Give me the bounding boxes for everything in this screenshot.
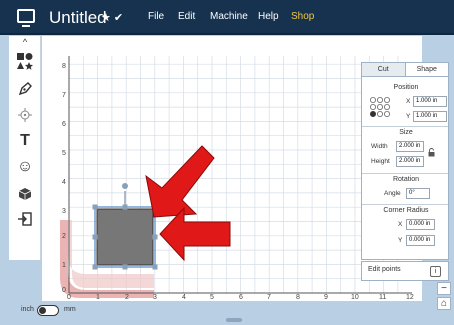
corner-y-label: Y bbox=[398, 237, 403, 244]
x-axis-label: 3 bbox=[153, 294, 157, 301]
title-status-icons[interactable]: ★ ✔ bbox=[101, 11, 123, 24]
app-logo-icon[interactable] bbox=[17, 9, 35, 27]
anchor-point-icon[interactable] bbox=[369, 96, 391, 118]
x-axis-label: 12 bbox=[406, 294, 414, 301]
left-toolbar: ^ T ☺ bbox=[9, 36, 41, 260]
tab-shape[interactable]: Shape bbox=[406, 63, 449, 76]
x-axis-label: 2 bbox=[125, 294, 129, 301]
zoom-out-button[interactable]: − bbox=[437, 282, 451, 295]
edit-points-label: Edit points bbox=[368, 266, 401, 273]
position-y-field[interactable]: 1.000 in bbox=[413, 111, 447, 122]
shape-properties-panel: Cut Shape Position X 1.000 in Y 1.000 in… bbox=[361, 62, 449, 260]
collapse-toolbar-button[interactable]: ^ bbox=[9, 36, 41, 48]
smiley-icon[interactable]: ☺ bbox=[9, 155, 41, 179]
angle-field[interactable]: 0° bbox=[406, 188, 430, 199]
text-icon[interactable]: T bbox=[9, 129, 41, 153]
menu-edit[interactable]: Edit bbox=[178, 11, 195, 22]
corner-x-field[interactable]: 0.000 in bbox=[406, 219, 435, 230]
position-x-label: X bbox=[406, 98, 411, 105]
import-icon[interactable] bbox=[9, 207, 41, 231]
height-label: Height bbox=[371, 158, 390, 165]
menu-machine[interactable]: Machine bbox=[210, 11, 248, 22]
x-axis-label: 1 bbox=[96, 294, 100, 301]
tab-cut[interactable]: Cut bbox=[362, 63, 406, 76]
y-axis-label: 7 bbox=[62, 92, 66, 99]
pen-icon[interactable] bbox=[9, 77, 41, 101]
x-axis-label: 4 bbox=[182, 294, 186, 301]
menu-help[interactable]: Help bbox=[258, 11, 279, 22]
position-x-field[interactable]: 1.000 in bbox=[413, 96, 447, 107]
library-icon[interactable] bbox=[9, 181, 41, 205]
edit-points-toggle-icon[interactable]: i bbox=[430, 266, 441, 277]
x-axis-label: 7 bbox=[267, 294, 271, 301]
size-heading: Size bbox=[399, 129, 413, 136]
y-axis-label: 0 bbox=[62, 287, 66, 294]
x-axis-label: 6 bbox=[239, 294, 243, 301]
lock-icon[interactable] bbox=[428, 148, 435, 157]
fit-to-view-button[interactable]: ⌂ bbox=[437, 297, 451, 310]
x-axis-label: 9 bbox=[324, 294, 328, 301]
corner-radius-heading: Corner Radius bbox=[383, 207, 429, 214]
red-arrow-upper bbox=[145, 145, 215, 218]
rotate-handle[interactable] bbox=[122, 183, 128, 189]
width-field[interactable]: 2.000 in bbox=[396, 141, 424, 152]
x-axis-label: 11 bbox=[379, 294, 387, 301]
unit-toggle[interactable] bbox=[37, 305, 59, 316]
selected-square-shape[interactable] bbox=[96, 208, 154, 266]
unit-mm-label: mm bbox=[64, 306, 76, 313]
y-axis-label: 5 bbox=[62, 150, 66, 157]
height-field[interactable]: 2.000 in bbox=[396, 156, 424, 167]
y-axis-label: 3 bbox=[62, 208, 66, 215]
unit-toggle-knob bbox=[39, 307, 46, 314]
width-label: Width bbox=[371, 143, 388, 150]
y-axis-label: 6 bbox=[62, 121, 66, 128]
angle-label: Angle bbox=[384, 190, 401, 197]
position-y-label: Y bbox=[406, 113, 411, 120]
menu-bar: Untitled ★ ✔ File Edit Machine Help Shop bbox=[0, 0, 454, 35]
x-axis-label: 10 bbox=[351, 294, 359, 301]
target-icon[interactable] bbox=[9, 103, 41, 127]
corner-x-label: X bbox=[398, 221, 403, 228]
menu-file[interactable]: File bbox=[148, 11, 164, 22]
document-title[interactable]: Untitled bbox=[49, 8, 107, 28]
rotation-heading: Rotation bbox=[392, 176, 420, 183]
menu-shop[interactable]: Shop bbox=[291, 11, 314, 22]
unit-inch-label: inch bbox=[21, 306, 34, 313]
y-axis-label: 1 bbox=[62, 262, 66, 269]
position-heading: Position bbox=[393, 84, 419, 91]
y-axis-label: 4 bbox=[62, 179, 66, 186]
x-axis-label: 5 bbox=[210, 294, 214, 301]
x-axis-label: 0 bbox=[67, 294, 71, 301]
y-axis-label: 2 bbox=[62, 233, 66, 240]
panel-resize-handle[interactable] bbox=[226, 318, 242, 322]
shapes-icon[interactable] bbox=[9, 49, 41, 73]
edit-points-row[interactable]: Edit points i bbox=[361, 261, 449, 281]
corner-y-field[interactable]: 0.000 in bbox=[406, 235, 435, 246]
y-axis-label: 8 bbox=[62, 63, 66, 70]
x-axis-label: 8 bbox=[296, 294, 300, 301]
